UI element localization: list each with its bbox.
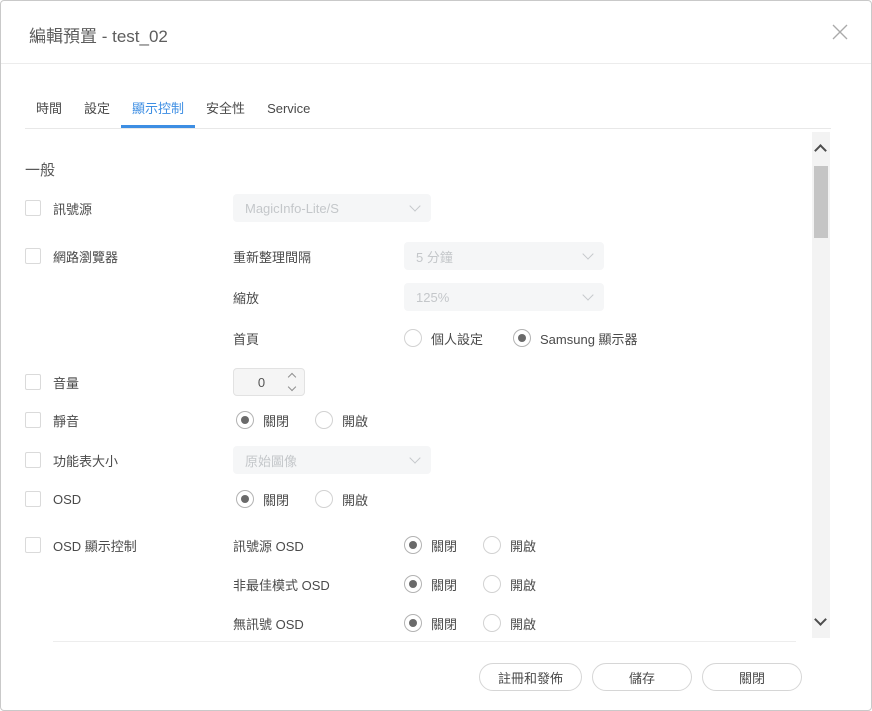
home-page-personal-option[interactable]: 個人設定 — [404, 329, 483, 348]
radio-selected-icon[interactable] — [404, 575, 422, 593]
stepper-down-icon[interactable] — [288, 383, 296, 391]
volume-value: 0 — [234, 375, 289, 390]
radio-unselected-icon[interactable] — [404, 329, 422, 347]
no-signal-osd-label: 無訊號 OSD — [233, 614, 304, 633]
osd-display-control-label: OSD 顯示控制 — [53, 536, 137, 555]
no-signal-osd-row: 無訊號 OSD 關閉 開啟 — [25, 608, 787, 638]
mute-label: 靜音 — [53, 411, 79, 430]
signal-source-row: 訊號源 MagicInfo-Lite/S — [25, 193, 787, 223]
radio-unselected-icon[interactable] — [483, 536, 501, 554]
source-osd-label: 訊號源 OSD — [233, 536, 304, 555]
volume-row: 音量 0 — [25, 367, 787, 397]
menu-size-dropdown[interactable]: 原始圖像 — [233, 446, 431, 474]
mute-row: 靜音 關閉 開啟 — [25, 405, 787, 435]
tab-bar: 時間 設定 顯示控制 安全性 Service — [25, 100, 321, 128]
mute-checkbox[interactable] — [25, 412, 41, 428]
footer-buttons: 註冊和發佈 儲存 關閉 — [479, 663, 802, 691]
web-browser-checkbox[interactable] — [25, 248, 41, 264]
radio-unselected-icon[interactable] — [483, 614, 501, 632]
source-osd-off-option[interactable]: 關閉 — [404, 536, 457, 555]
dialog-title: 編輯預置 - test_02 — [29, 22, 168, 47]
chevron-down-icon — [582, 289, 593, 300]
osd-display-control-row: OSD 顯示控制 訊號源 OSD 關閉 開啟 — [25, 530, 787, 560]
not-optimum-mode-osd-off-option[interactable]: 關閉 — [404, 575, 457, 594]
radio-unselected-icon[interactable] — [315, 490, 333, 508]
not-optimum-mode-osd-label: 非最佳模式 OSD — [233, 575, 330, 594]
tab-settings[interactable]: 設定 — [73, 100, 121, 128]
home-page-row: 首頁 個人設定 Samsung 顯示器 — [25, 323, 787, 353]
header-divider — [1, 63, 872, 64]
osd-on-option[interactable]: 開啟 — [315, 490, 368, 509]
close-button[interactable]: 關閉 — [702, 663, 802, 691]
zoom-label: 縮放 — [233, 288, 259, 307]
menu-size-row: 功能表大小 原始圖像 — [25, 445, 787, 475]
chevron-down-icon — [409, 200, 420, 211]
stepper-up-icon[interactable] — [288, 373, 296, 381]
osd-display-control-checkbox[interactable] — [25, 537, 41, 553]
not-optimum-mode-osd-on-option[interactable]: 開啟 — [483, 575, 536, 594]
radio-selected-icon[interactable] — [404, 536, 422, 554]
refresh-interval-dropdown[interactable]: 5 分鐘 — [404, 242, 604, 270]
display-control-panel: 一般 訊號源 MagicInfo-Lite/S 網路瀏覽器 重新整理間隔 5 分… — [1, 129, 831, 641]
tab-display-control[interactable]: 顯示控制 — [121, 100, 195, 128]
signal-source-checkbox[interactable] — [25, 200, 41, 216]
menu-size-label: 功能表大小 — [53, 451, 118, 470]
section-heading-general: 一般 — [25, 154, 55, 184]
radio-selected-icon[interactable] — [513, 329, 531, 347]
radio-selected-icon[interactable] — [236, 411, 254, 429]
close-icon[interactable] — [831, 23, 849, 41]
tab-service[interactable]: Service — [256, 100, 321, 128]
not-optimum-mode-osd-row: 非最佳模式 OSD 關閉 開啟 — [25, 569, 787, 599]
zoom-dropdown[interactable]: 125% — [404, 283, 604, 311]
web-browser-label: 網路瀏覽器 — [53, 247, 118, 266]
no-signal-osd-off-option[interactable]: 關閉 — [404, 614, 457, 633]
menu-size-checkbox[interactable] — [25, 452, 41, 468]
save-button[interactable]: 儲存 — [592, 663, 692, 691]
tab-security[interactable]: 安全性 — [195, 100, 256, 128]
menu-size-value: 原始圖像 — [245, 451, 297, 470]
radio-selected-icon[interactable] — [404, 614, 422, 632]
refresh-interval-value: 5 分鐘 — [416, 247, 453, 266]
web-browser-row: 網路瀏覽器 重新整理間隔 5 分鐘 — [25, 241, 787, 271]
home-page-samsung-option[interactable]: Samsung 顯示器 — [513, 329, 638, 348]
radio-unselected-icon[interactable] — [483, 575, 501, 593]
signal-source-value: MagicInfo-Lite/S — [245, 201, 339, 216]
scroll-down-icon[interactable] — [814, 613, 827, 626]
section-divider — [53, 641, 796, 642]
chevron-down-icon — [409, 452, 420, 463]
osd-off-option[interactable]: 關閉 — [236, 490, 289, 509]
scroll-up-icon[interactable] — [814, 144, 827, 157]
volume-label: 音量 — [53, 373, 79, 392]
osd-label: OSD — [53, 492, 81, 507]
signal-source-dropdown[interactable]: MagicInfo-Lite/S — [233, 194, 431, 222]
mute-on-option[interactable]: 開啟 — [315, 411, 368, 430]
register-publish-button[interactable]: 註冊和發佈 — [479, 663, 582, 691]
osd-checkbox[interactable] — [25, 491, 41, 507]
volume-checkbox[interactable] — [25, 374, 41, 390]
refresh-interval-label: 重新整理間隔 — [233, 247, 311, 266]
scrollbar-thumb[interactable] — [814, 166, 828, 238]
vertical-scrollbar[interactable] — [812, 132, 830, 638]
zoom-row: 縮放 125% — [25, 282, 787, 312]
tab-time[interactable]: 時間 — [25, 100, 73, 128]
chevron-down-icon — [582, 248, 593, 259]
osd-row: OSD 關閉 開啟 — [25, 484, 787, 514]
home-page-label: 首頁 — [233, 329, 259, 348]
edit-preset-dialog: 編輯預置 - test_02 時間 設定 顯示控制 安全性 Service 一般… — [0, 0, 872, 711]
signal-source-label: 訊號源 — [53, 199, 92, 218]
radio-unselected-icon[interactable] — [315, 411, 333, 429]
source-osd-on-option[interactable]: 開啟 — [483, 536, 536, 555]
mute-off-option[interactable]: 關閉 — [236, 411, 289, 430]
zoom-value: 125% — [416, 290, 449, 305]
volume-stepper[interactable]: 0 — [233, 368, 305, 396]
radio-selected-icon[interactable] — [236, 490, 254, 508]
no-signal-osd-on-option[interactable]: 開啟 — [483, 614, 536, 633]
